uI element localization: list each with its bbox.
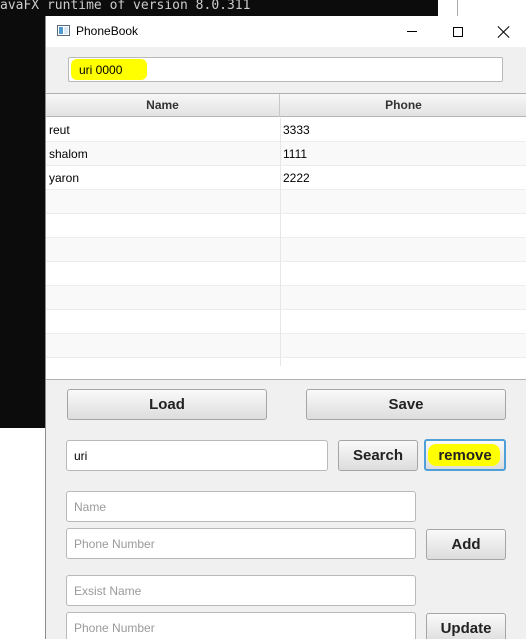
empty-row xyxy=(46,214,526,238)
empty-row xyxy=(46,334,526,358)
load-button[interactable]: Load xyxy=(67,389,267,420)
empty-row xyxy=(46,190,526,214)
background-window-edge xyxy=(457,0,458,16)
maximize-icon xyxy=(453,26,463,37)
name-field[interactable] xyxy=(66,491,416,522)
update-phone-number-field[interactable] xyxy=(66,612,416,639)
column-header-name[interactable]: Name xyxy=(46,94,280,117)
cell-phone: 1111 xyxy=(283,147,308,161)
update-button[interactable]: Update xyxy=(426,613,506,639)
cell-name: reut xyxy=(49,123,70,137)
cell-name: shalom xyxy=(49,147,88,161)
minimize-icon xyxy=(407,31,417,32)
app-window-icon xyxy=(57,25,70,36)
cell-phone: 2222 xyxy=(283,171,310,185)
table-body: reut 3333 shalom 1111 yaron 2222 xyxy=(46,118,526,379)
window-title: PhoneBook xyxy=(76,24,139,38)
empty-row xyxy=(46,358,526,379)
close-icon xyxy=(498,26,510,38)
add-button[interactable]: Add xyxy=(426,529,506,560)
table-row[interactable]: yaron 2222 xyxy=(46,166,526,190)
close-button[interactable] xyxy=(481,16,526,47)
search-input[interactable] xyxy=(66,440,328,471)
empty-row xyxy=(46,262,526,286)
search-button[interactable]: Search xyxy=(338,440,418,471)
console-text: avaFX runtime of version 8.0.311 xyxy=(0,0,251,13)
table-header: Name Phone xyxy=(46,94,526,117)
phone-number-field[interactable] xyxy=(66,528,416,559)
remove-button-label: remove xyxy=(438,446,492,464)
selected-contact-field[interactable]: uri 0000 xyxy=(68,57,503,82)
minimize-button[interactable] xyxy=(389,16,435,47)
contacts-table[interactable]: Name Phone reut 3333 shalom 1111 yaron 2… xyxy=(46,93,526,380)
selected-contact-text: uri 0000 xyxy=(79,63,123,77)
cell-phone: 3333 xyxy=(283,123,310,137)
table-row[interactable]: shalom 1111 xyxy=(46,142,526,166)
phonebook-window: PhoneBook uri 0000 Name Phone reut 3333 … xyxy=(45,16,526,639)
save-button[interactable]: Save xyxy=(306,389,506,420)
empty-row xyxy=(46,286,526,310)
table-row[interactable]: reut 3333 xyxy=(46,118,526,142)
maximize-button[interactable] xyxy=(435,16,481,47)
screen: avaFX runtime of version 8.0.311 PhoneBo… xyxy=(0,0,526,639)
column-header-phone[interactable]: Phone xyxy=(280,94,526,117)
existing-name-field[interactable] xyxy=(66,575,416,606)
remove-button[interactable]: remove xyxy=(424,439,506,471)
cell-name: yaron xyxy=(49,171,80,185)
column-separator xyxy=(280,118,281,366)
empty-row xyxy=(46,310,526,334)
title-bar[interactable]: PhoneBook xyxy=(46,16,526,47)
empty-row xyxy=(46,238,526,262)
